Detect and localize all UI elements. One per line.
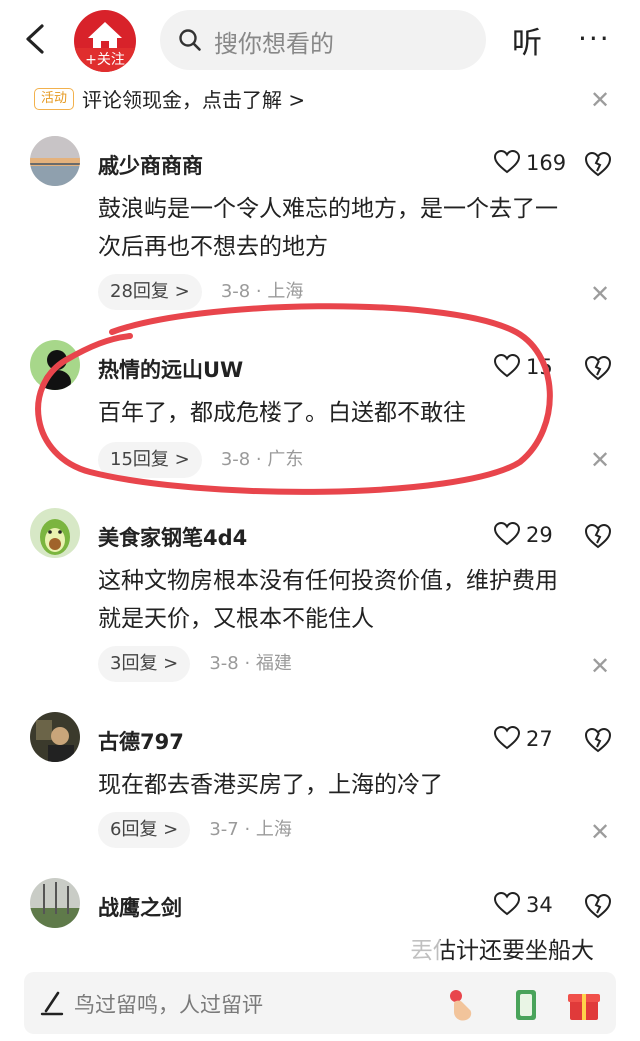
annotation-ellipse <box>35 303 553 495</box>
pen-icon <box>40 991 64 1016</box>
gift-box-icon[interactable] <box>564 984 604 1024</box>
comment-input-bar[interactable]: 鸟过留鸣，人过留评 <box>24 972 616 1034</box>
finger-heart-emoji-icon[interactable] <box>442 984 482 1024</box>
bamboo-gift-icon[interactable] <box>506 984 546 1024</box>
comment-input-placeholder: 鸟过留鸣，人过留评 <box>74 993 263 1017</box>
